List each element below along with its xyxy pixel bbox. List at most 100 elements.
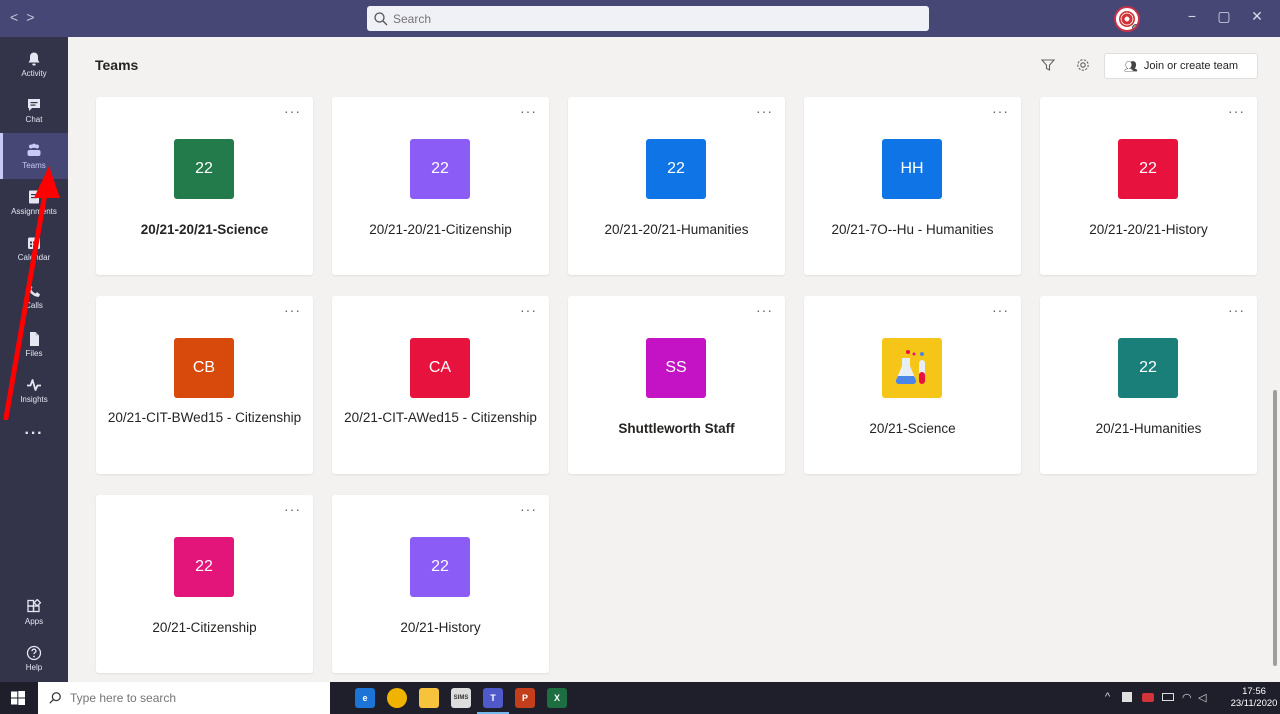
excel-icon[interactable]: X: [547, 688, 567, 708]
chrome-icon[interactable]: [387, 688, 407, 708]
rail-item-insights[interactable]: Insights: [0, 367, 68, 413]
team-card[interactable]: ··· 22 20/21-Citizenship: [96, 495, 313, 673]
minimize-button[interactable]: −: [1182, 8, 1202, 24]
tray-chevron-icon[interactable]: ^: [1105, 691, 1110, 703]
team-avatar: 22: [1118, 139, 1178, 199]
more-options-icon[interactable]: ···: [992, 104, 1009, 118]
scrollbar[interactable]: [1273, 390, 1277, 666]
teams-app-icon[interactable]: T: [477, 688, 509, 714]
team-avatar: CB: [174, 338, 234, 398]
windows-start-icon[interactable]: [10, 690, 26, 706]
rail-item-label: Teams: [22, 160, 46, 170]
team-avatar-initials: HH: [900, 160, 924, 177]
teams-icon: [27, 143, 41, 156]
team-card[interactable]: ··· HH 20/21-7O--Hu - Humanities: [804, 97, 1021, 275]
search-icon: [374, 11, 388, 25]
rail-item-calls[interactable]: Calls: [0, 273, 68, 319]
team-avatar: 22: [410, 139, 470, 199]
team-card[interactable]: ··· 22 20/21-20/21-Humanities: [568, 97, 785, 275]
battery-icon[interactable]: [1162, 693, 1174, 701]
file-explorer-icon[interactable]: [419, 688, 439, 708]
more-options-icon[interactable]: ···: [1228, 303, 1245, 317]
team-name: 20/21-CIT-BWed15 - Citizenship: [107, 410, 302, 425]
search-box[interactable]: [367, 6, 929, 31]
taskbar-search-input[interactable]: [70, 691, 310, 705]
more-options-icon[interactable]: ···: [520, 303, 537, 317]
team-avatar-initials: 22: [431, 558, 449, 575]
edge-icon[interactable]: e: [355, 688, 375, 708]
team-card[interactable]: ··· CB 20/21-CIT-BWed15 - Citizenship: [96, 296, 313, 474]
more-options-icon[interactable]: ···: [284, 303, 301, 317]
team-avatar: 22: [174, 537, 234, 597]
team-name: 20/21-CIT-AWed15 - Citizenship: [344, 410, 537, 425]
more-options-icon[interactable]: ···: [756, 303, 773, 317]
team-name: 20/21-Science: [869, 421, 956, 436]
more-options-icon[interactable]: ···: [284, 502, 301, 516]
app-rail: Activity Chat Teams Assignments Calendar…: [0, 37, 68, 682]
rail-item-help[interactable]: Help: [0, 635, 68, 681]
team-avatar-initials: 22: [1139, 359, 1157, 376]
team-card[interactable]: ··· 22 20/21-20/21-History: [1040, 97, 1257, 275]
team-name: 20/21-Citizenship: [152, 620, 257, 635]
team-avatar-initials: 22: [195, 160, 213, 177]
powerpoint-icon[interactable]: P: [515, 688, 535, 708]
more-options-icon[interactable]: ···: [992, 303, 1009, 317]
clock-time: 17:56: [1242, 686, 1266, 697]
wifi-icon[interactable]: ◠: [1182, 691, 1192, 704]
rail-item-apps[interactable]: Apps: [0, 589, 68, 635]
rail-item-chat[interactable]: Chat: [0, 87, 68, 133]
taskbar-search[interactable]: [38, 682, 330, 714]
rail-item-activity[interactable]: Activity: [0, 41, 68, 87]
join-or-create-team-button[interactable]: 👥︎ Join or create team: [1104, 53, 1258, 79]
team-card[interactable]: ··· 22 20/21-20/21-Science: [96, 97, 313, 275]
security-icon[interactable]: [1142, 693, 1154, 702]
team-name: 20/21-Humanities: [1095, 421, 1202, 436]
rail-item-label: Apps: [24, 616, 44, 626]
avatar[interactable]: [1114, 6, 1140, 32]
more-options-icon[interactable]: ···: [756, 104, 773, 118]
assignments-icon: [29, 190, 39, 203]
maximize-button[interactable]: ▢: [1214, 8, 1234, 25]
team-name: 20/21-20/21-Science: [140, 222, 269, 237]
team-card[interactable]: ··· 20/21-Science: [804, 296, 1021, 474]
help-icon: [26, 645, 42, 660]
phone-icon: [27, 284, 41, 297]
search-input[interactable]: [393, 11, 893, 26]
windows-taskbar: e SIMS TPX ^ ◠ ◁ 17:56 23/11/2020: [0, 682, 1280, 714]
filter-icon[interactable]: [1040, 57, 1056, 73]
more-options-icon[interactable]: ···: [520, 502, 537, 516]
file-icon: [30, 331, 39, 346]
chevron-left-icon[interactable]: <: [10, 9, 26, 25]
team-avatar: [882, 338, 942, 398]
sims-icon[interactable]: SIMS: [451, 688, 471, 708]
gear-icon[interactable]: [1075, 57, 1091, 73]
defender-icon[interactable]: [1122, 692, 1132, 702]
rail-item-teams[interactable]: Teams: [0, 133, 68, 179]
more-options-icon[interactable]: ···: [520, 104, 537, 118]
system-clock[interactable]: 17:56 23/11/2020: [1230, 686, 1278, 710]
team-name: 20/21-7O--Hu - Humanities: [831, 222, 994, 237]
chat-icon: [28, 98, 40, 111]
team-card[interactable]: ··· 22 20/21-History: [332, 495, 549, 673]
close-button[interactable]: ✕: [1247, 8, 1267, 25]
team-name: 20/21-20/21-Citizenship: [369, 222, 512, 237]
apps-icon: [27, 598, 42, 612]
rail-item-calendar[interactable]: Calendar: [0, 225, 68, 271]
team-card[interactable]: ··· SS Shuttleworth Staff: [568, 296, 785, 474]
team-avatar-initials: SS: [665, 359, 687, 376]
rail-item-assignments[interactable]: Assignments: [0, 179, 68, 225]
volume-icon[interactable]: ◁: [1198, 691, 1206, 704]
team-card[interactable]: ··· 22 20/21-Humanities: [1040, 296, 1257, 474]
team-avatar: 22: [646, 139, 706, 199]
team-avatar-initials: 22: [1139, 160, 1157, 177]
add-team-icon: 👥︎: [1123, 60, 1138, 73]
rail-item-files[interactable]: Files: [0, 321, 68, 367]
team-name: 20/21-History: [400, 620, 481, 635]
more-options-icon[interactable]: ···: [284, 104, 301, 118]
more-apps-button[interactable]: ···: [0, 425, 68, 443]
team-name: 20/21-20/21-Humanities: [604, 222, 749, 237]
team-card[interactable]: ··· CA 20/21-CIT-AWed15 - Citizenship: [332, 296, 549, 474]
more-options-icon[interactable]: ···: [1228, 104, 1245, 118]
chevron-right-icon[interactable]: >: [26, 9, 42, 25]
team-card[interactable]: ··· 22 20/21-20/21-Citizenship: [332, 97, 549, 275]
